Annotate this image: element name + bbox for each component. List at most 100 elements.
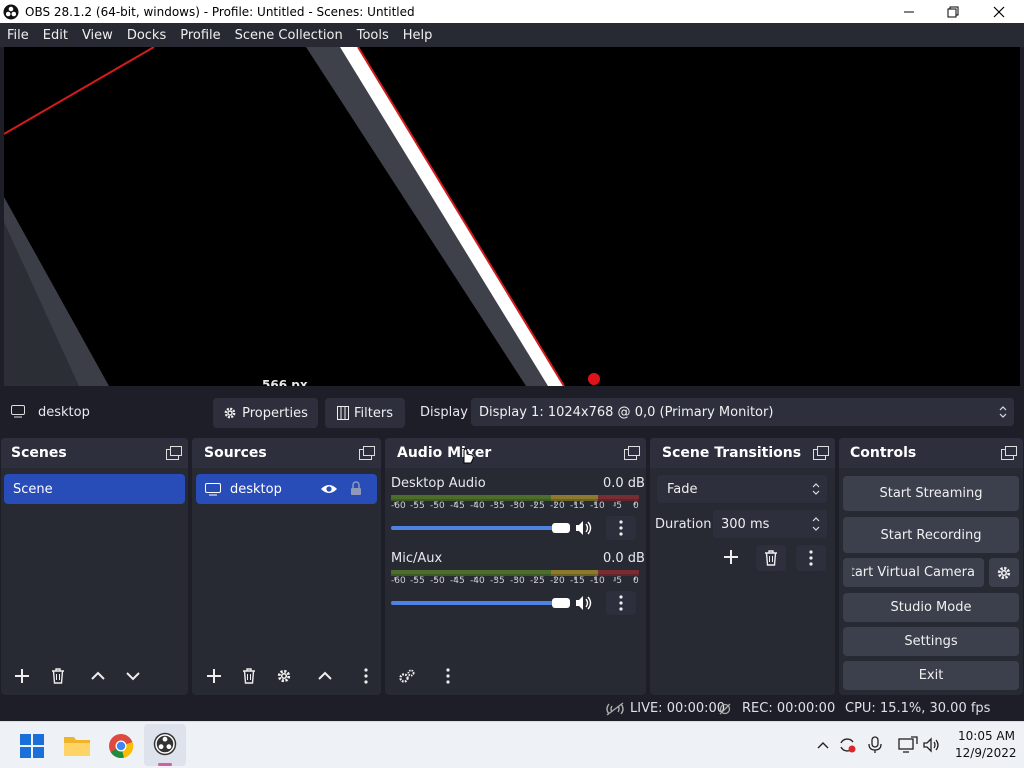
settings-button[interactable]: Settings [843, 627, 1019, 656]
start-streaming-button[interactable]: Start Streaming [843, 476, 1019, 511]
maximize-button[interactable] [930, 0, 976, 23]
eye-icon[interactable] [320, 483, 338, 495]
channel-name-desktop: Desktop Audio [391, 476, 486, 491]
menu-tools[interactable]: Tools [350, 28, 396, 43]
speaker-icon[interactable] [575, 520, 593, 536]
add-scene-button[interactable] [7, 663, 37, 689]
source-more-button[interactable] [356, 663, 376, 689]
source-item-label: desktop [230, 481, 282, 497]
scale-label: -50 [430, 576, 445, 586]
speaker-icon[interactable] [575, 595, 593, 611]
filters-button[interactable]: Filters [325, 398, 405, 428]
context-source-name: desktop [38, 405, 90, 420]
microphone-icon[interactable] [868, 736, 882, 754]
scale-label: -45 [450, 501, 465, 511]
volume-handle-mic[interactable] [552, 598, 570, 608]
display-select[interactable]: Display 1: 1024x768 @ 0,0 (Primary Monit… [471, 398, 1014, 426]
more-vertical-icon [446, 668, 450, 684]
close-button[interactable] [976, 0, 1022, 23]
move-source-up-button[interactable] [310, 663, 340, 689]
gear-icon [224, 407, 236, 419]
menu-help[interactable]: Help [396, 28, 440, 43]
menu-edit[interactable]: Edit [36, 28, 75, 43]
clock-time[interactable]: 10:05 AM [958, 729, 1015, 743]
start-recording-button[interactable]: Start Recording [843, 517, 1019, 553]
preview-canvas[interactable]: 566 px [4, 47, 1020, 386]
scene-item-label: Scene [13, 481, 53, 497]
record-icon [719, 703, 731, 715]
undock-icon[interactable] [359, 446, 375, 460]
scale-label: -20 [550, 576, 565, 586]
properties-button[interactable]: Properties [213, 398, 318, 428]
title-bar: OBS 28.1.2 (64-bit, windows) - Profile: … [0, 0, 1024, 23]
remove-scene-button[interactable] [43, 663, 73, 689]
volume-slider-mic[interactable] [391, 601, 561, 605]
spin-arrows-icon[interactable] [811, 516, 821, 532]
plus-icon [15, 669, 29, 683]
virtual-camera-settings-button[interactable] [989, 558, 1019, 587]
undock-icon[interactable] [813, 446, 829, 460]
remove-transition-button[interactable] [756, 545, 786, 571]
menu-file[interactable]: File [0, 28, 36, 43]
source-properties-button[interactable] [269, 663, 299, 689]
hand-cursor-icon [463, 448, 474, 464]
source-item[interactable]: desktop [196, 474, 377, 504]
scenes-header: Scenes [1, 438, 188, 468]
sources-dock: Sources desktop [192, 438, 381, 695]
active-indicator [158, 763, 172, 766]
lock-icon[interactable] [350, 481, 362, 496]
studio-mode-button[interactable]: Studio Mode [843, 593, 1019, 622]
updown-icon [812, 483, 820, 495]
filters-label: Filters [354, 405, 393, 421]
minimize-icon [904, 11, 914, 12]
chrome-icon[interactable] [108, 733, 134, 759]
taskbar: 10:05 AM 12/9/2022 [0, 721, 1024, 768]
sync-alert-icon[interactable] [838, 736, 858, 754]
windows-start-icon[interactable] [20, 734, 44, 758]
display-source-icon [11, 405, 25, 418]
controls-header: Controls [839, 438, 1023, 468]
add-source-button[interactable] [199, 663, 229, 689]
minimize-button[interactable] [886, 0, 932, 23]
undock-icon[interactable] [624, 446, 640, 460]
menu-profile[interactable]: Profile [173, 28, 227, 43]
audio-mixer-header: Audio Mixer [385, 438, 646, 468]
duration-spinbox[interactable]: 300 ms [713, 510, 827, 538]
file-explorer-icon[interactable] [64, 734, 90, 756]
transition-more-button[interactable] [796, 545, 826, 571]
mic-audio-menu-button[interactable] [606, 591, 636, 615]
add-transition-button[interactable] [716, 544, 746, 570]
chevron-down-icon [126, 672, 140, 681]
advanced-audio-button[interactable] [392, 663, 422, 689]
volume-handle-desktop[interactable] [552, 523, 570, 533]
audio-more-button[interactable] [433, 663, 463, 689]
status-bar: LIVE: 00:00:00 REC: 00:00:00 CPU: 15.1%,… [0, 697, 1024, 721]
display-tray-icon[interactable] [898, 736, 918, 754]
desktop-audio-menu-button[interactable] [606, 516, 636, 540]
undock-icon[interactable] [1001, 446, 1017, 460]
volume-tray-icon[interactable] [922, 736, 942, 754]
meter-scale-desktop: -60 -55 -50 -45 -40 -35 -30 -25 -20 -15 … [387, 501, 647, 515]
start-virtual-camera-button[interactable]: Start Virtual Camera [843, 558, 984, 587]
clock-date[interactable]: 12/9/2022 [955, 746, 1017, 760]
move-scene-down-button[interactable] [118, 663, 148, 689]
chevron-up-icon [91, 671, 105, 680]
menu-view[interactable]: View [75, 28, 120, 43]
obs-taskbar-button[interactable] [144, 724, 186, 766]
scene-item[interactable]: Scene [4, 474, 185, 504]
channel-name-mic: Mic/Aux [391, 551, 443, 566]
menu-scene-collection[interactable]: Scene Collection [228, 28, 350, 43]
studio-mode-label: Studio Mode [890, 600, 972, 615]
transition-type-select[interactable]: Fade [657, 475, 827, 503]
menu-docks[interactable]: Docks [120, 28, 173, 43]
more-vertical-icon [809, 550, 813, 566]
volume-slider-desktop[interactable] [391, 526, 561, 530]
scale-label: -10 [590, 501, 605, 511]
transition-type-value: Fade [667, 481, 698, 497]
chevron-up-icon[interactable] [816, 740, 830, 750]
exit-button[interactable]: Exit [843, 661, 1019, 690]
remove-source-button[interactable] [234, 663, 264, 689]
undock-icon[interactable] [166, 446, 182, 460]
scale-label: -60 [391, 501, 406, 511]
move-scene-up-button[interactable] [83, 663, 113, 689]
